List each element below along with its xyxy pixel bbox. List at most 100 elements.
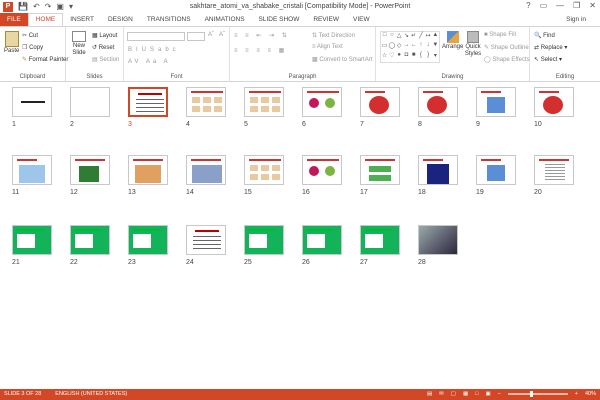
slide-thumbnail-11[interactable]	[12, 155, 52, 185]
list-buttons[interactable]: ≡ ≡ ⇤ ⇥ ⇅	[234, 32, 290, 39]
slide-thumbnail-13[interactable]	[128, 155, 168, 185]
restore-icon[interactable]: ❐	[573, 1, 580, 10]
layout-button[interactable]: ▦ Layout	[92, 32, 117, 39]
tab-slide-show[interactable]: SLIDE SHOW	[252, 13, 307, 26]
slide-thumbnail-1[interactable]	[12, 87, 52, 117]
slide-thumbnail-6[interactable]	[302, 87, 342, 117]
text-direction-button[interactable]: ⇅ Text Direction	[312, 32, 355, 39]
align-text-button[interactable]: ≡ Align Text	[312, 44, 343, 50]
font-style-buttons[interactable]: BIUSabc	[128, 47, 180, 53]
font-format-buttons[interactable]: AV Aa A	[128, 59, 171, 65]
reset-button[interactable]: ↺ Reset	[92, 44, 114, 51]
zoom-out-icon[interactable]: –	[498, 391, 501, 397]
slide-graphic	[309, 166, 319, 176]
shape-effects-button[interactable]: ◯ Shape Effects	[484, 56, 530, 63]
tab-view[interactable]: VIEW	[346, 13, 377, 26]
slide-thumbnail-24[interactable]	[186, 225, 226, 255]
slide-thumbnail-16[interactable]	[302, 155, 342, 185]
reading-view-icon[interactable]: □	[475, 391, 478, 397]
slide-thumbnail-15[interactable]	[244, 155, 284, 185]
slide-sorter-view-icon[interactable]: ▦	[463, 391, 468, 397]
slide-number: 26	[302, 259, 310, 266]
slide-thumbnail-9[interactable]	[476, 87, 516, 117]
slide-graphic	[307, 229, 333, 231]
slide-number: 9	[476, 121, 480, 128]
slide-thumbnail-17[interactable]	[360, 155, 400, 185]
shapes-gallery[interactable]: □ ○ △ ↘ ↵ ╱ ↦ ▲ ▭ ◯ ◇ → ← ↑ ↓ ▼ ☆ ♡ ● ◘ ■{} ▾	[380, 31, 440, 63]
slide-thumbnail-20[interactable]	[534, 155, 574, 185]
format-painter-label: Format Painter	[28, 57, 69, 63]
slide-thumbnail-22[interactable]	[70, 225, 110, 255]
slide-thumbnail-28[interactable]	[418, 225, 458, 255]
arrange-button[interactable]: Arrange	[442, 31, 463, 50]
grow-font-icon[interactable]: Aˆ	[208, 32, 214, 38]
normal-view-icon[interactable]: ▢	[451, 391, 456, 397]
tab-file[interactable]: FILE	[0, 13, 28, 26]
slide-thumbnail-25[interactable]	[244, 225, 284, 255]
comments-icon[interactable]: ✉	[439, 391, 444, 397]
quick-styles-label: Quick Styles	[464, 44, 482, 57]
font-size-dropdown[interactable]	[187, 32, 205, 41]
shape-outline-button[interactable]: ✎ Shape Outline	[484, 44, 529, 51]
slide-thumbnail-8[interactable]	[418, 87, 458, 117]
slide-thumbnail-7[interactable]	[360, 87, 400, 117]
slide-graphic	[272, 97, 280, 103]
slide-thumbnail-18[interactable]	[418, 155, 458, 185]
align-buttons[interactable]: ≡ ≡ ≡ ≡ ▦	[234, 47, 287, 54]
font-name-dropdown[interactable]	[127, 32, 185, 41]
tab-animations[interactable]: ANIMATIONS	[198, 13, 252, 26]
new-slide-button[interactable]: New Slide	[70, 31, 88, 57]
slide-thumbnail-19[interactable]	[476, 155, 516, 185]
tab-review[interactable]: REVIEW	[306, 13, 346, 26]
close-icon[interactable]: ✕	[589, 1, 596, 10]
convert-smartart-button[interactable]: ▩ Convert to SmartArt	[312, 56, 372, 63]
slide-graphic	[195, 230, 219, 232]
shape-fill-button[interactable]: ■ Shape Fill	[484, 32, 516, 38]
format-painter-button[interactable]: ✎ Format Painter	[22, 56, 68, 63]
slide-graphic	[250, 174, 258, 180]
notes-icon[interactable]: ▤	[427, 391, 432, 397]
slide-thumbnail-3[interactable]	[128, 87, 168, 117]
replace-button[interactable]: ⇄ Replace ▾	[534, 44, 567, 51]
ribbon-display-icon[interactable]: ▭	[540, 1, 548, 10]
slide-thumbnail-23[interactable]	[128, 225, 168, 255]
select-button[interactable]: ↖ Select ▾	[534, 56, 562, 63]
slide-thumbnail-2[interactable]	[70, 87, 110, 117]
zoom-in-icon[interactable]: +	[575, 391, 578, 397]
select-label: Select	[540, 57, 558, 63]
minimize-icon[interactable]: —	[556, 1, 564, 10]
zoom-level[interactable]: 40%	[585, 391, 596, 397]
zoom-slider[interactable]	[507, 391, 568, 397]
slide-thumbnail-14[interactable]	[186, 155, 226, 185]
slide-thumbnail-12[interactable]	[70, 155, 110, 185]
tab-transitions[interactable]: TRANSITIONS	[140, 13, 198, 26]
slide-thumbnail-10[interactable]	[534, 87, 574, 117]
paste-button[interactable]: Paste	[4, 31, 19, 54]
slide-thumbnail-21[interactable]	[12, 225, 52, 255]
sign-in-link[interactable]: Sign in	[566, 16, 586, 23]
slide-number: 11	[12, 189, 20, 196]
slide-graphic	[250, 165, 258, 171]
zoom-slider-thumb[interactable]	[529, 391, 533, 397]
slide-graphic	[79, 166, 99, 182]
copy-button[interactable]: ❐ Copy	[22, 44, 43, 51]
slide-graphic	[487, 97, 505, 113]
tab-design[interactable]: DESIGN	[101, 13, 140, 26]
shrink-font-icon[interactable]: Aˇ	[219, 32, 225, 38]
tab-home[interactable]: HOME	[27, 13, 64, 26]
slide-thumbnail-5[interactable]	[244, 87, 284, 117]
help-icon[interactable]: ?	[526, 1, 530, 10]
slide-thumbnail-27[interactable]	[360, 225, 400, 255]
slide-number: 22	[70, 259, 78, 266]
slide-thumbnail-26[interactable]	[302, 225, 342, 255]
slideshow-view-icon[interactable]: ▣	[486, 391, 491, 397]
slide-number: 1	[12, 121, 16, 128]
slide-graphic	[427, 96, 447, 114]
quick-styles-button[interactable]: Quick Styles	[464, 31, 482, 58]
slide-thumbnail-4[interactable]	[186, 87, 226, 117]
section-button[interactable]: ▤ Section	[92, 56, 119, 63]
tab-insert[interactable]: INSERT	[63, 13, 101, 26]
find-button[interactable]: 🔍 Find	[534, 32, 555, 39]
cut-button[interactable]: ✂ Cut	[22, 32, 38, 39]
language-indicator[interactable]: ENGLISH (UNITED STATES)	[55, 391, 127, 397]
